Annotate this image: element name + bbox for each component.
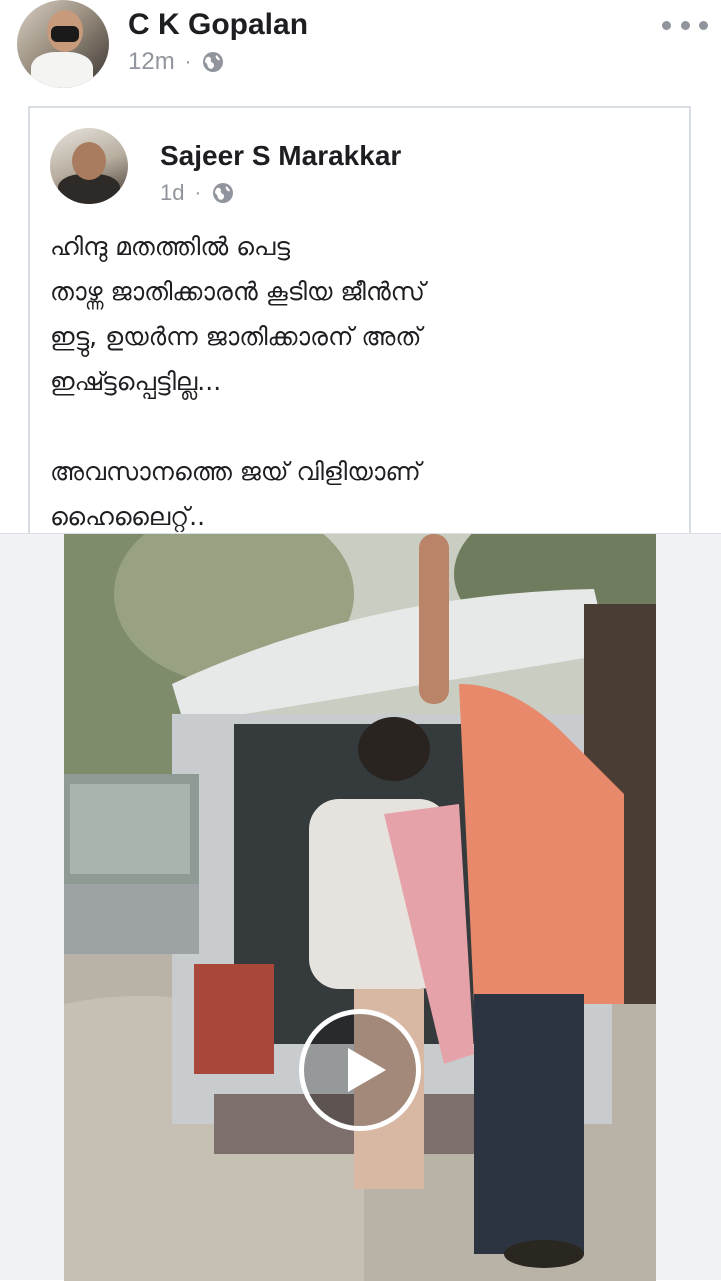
meta-separator: · xyxy=(184,50,192,73)
post-meta: 12m · xyxy=(128,48,225,76)
shared-post-card[interactable]: Sajeer S Marakkar 1d · ഹിന്ദു മതത്തിൽ പെ… xyxy=(28,106,691,536)
globe-icon xyxy=(211,181,235,205)
shared-author-name[interactable]: Sajeer S Marakkar xyxy=(160,140,401,172)
post-text-line: ഇട്ടു, ഉയർന്ന ജാതിക്കാരന് അത് xyxy=(50,322,422,351)
more-dots-icon xyxy=(680,20,690,30)
shared-post-meta: 1d · xyxy=(160,180,235,206)
more-options-button[interactable] xyxy=(662,12,708,38)
shared-post-timestamp[interactable]: 1d xyxy=(160,180,184,206)
more-dots-icon xyxy=(662,20,671,30)
play-icon xyxy=(348,1048,386,1092)
video-thumbnail[interactable] xyxy=(64,534,656,1281)
video-thumbnail-image xyxy=(64,534,656,1281)
post-text-line: താഴ്ന്ന ജാതിക്കാരൻ കൂടിയ ജീൻസ് xyxy=(50,277,425,306)
video-container xyxy=(0,533,721,1281)
post-timestamp[interactable]: 12m xyxy=(128,48,175,76)
post-text-line: ഹിന്ദു മതത്തിൽ പെട്ട xyxy=(50,232,290,261)
author-avatar[interactable] xyxy=(17,0,109,88)
post-header: C K Gopalan 12m · xyxy=(0,0,721,105)
globe-icon xyxy=(201,50,225,74)
post-text-line: അവസാനത്തെ ജയ് വിളിയാണ് xyxy=(50,457,421,486)
post-text-line: ഇഷ്ട്ടപ്പെട്ടില്ല... xyxy=(50,367,222,396)
author-name[interactable]: C K Gopalan xyxy=(128,8,308,42)
play-button[interactable] xyxy=(299,1009,421,1131)
meta-separator: · xyxy=(194,181,202,204)
shared-author-avatar[interactable] xyxy=(50,128,128,204)
post-text: ഹിന്ദു മതത്തിൽ പെട്ട താഴ്ന്ന ജാതിക്കാരൻ … xyxy=(50,224,670,539)
more-dots-icon xyxy=(699,20,708,30)
